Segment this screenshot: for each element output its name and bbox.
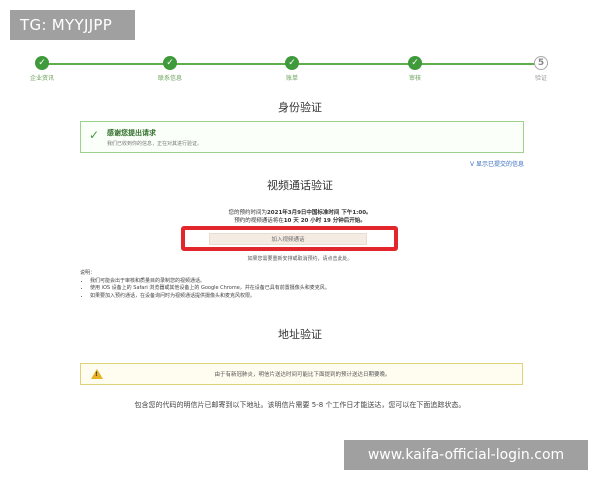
instructions-heading: 说明： (80, 270, 96, 276)
identity-title: 身份验证 (278, 101, 322, 114)
list-item: 如果要加入预约通话，在设备询问时为视频通话提供摄像头和麦克风权限。 (90, 293, 530, 301)
join-video-call-button[interactable]: 加入视频通话 (209, 233, 367, 245)
appointment-countdown: 预约的视频通话将在10 天 20 小时 19 分钟后开始。 (0, 216, 600, 224)
warning-text: 由于有新冠肺炎，明信片送达时间可能比下面提到的预计送达日期要晚。 (214, 372, 391, 378)
list-item: 我们可能会出于审核和质量目的录制您的视频通话。 (90, 278, 530, 286)
step-label: 企业资讯 (29, 75, 54, 82)
countdown-label: 预约的视频通话将在 (234, 218, 284, 224)
check-icon: ✓ (89, 128, 100, 142)
step-review: ✓ 审核 (385, 56, 445, 82)
confirmation-title: 感谢您提出请求 (107, 129, 156, 137)
tg-tag: TG: MYYJJPP (10, 10, 135, 40)
step-number-icon: 5 (534, 56, 548, 70)
request-confirmation: ✓ 感谢您提出请求 我们已收到你的信息，正在对其进行验证。 (80, 121, 524, 153)
step-label: 审核 (408, 75, 421, 82)
check-icon: ✓ (408, 56, 422, 70)
video-title: 视频通话验证 (267, 179, 333, 192)
progress-stepper: ✓ 企业资讯 ✓ 联系信息 ✓ 账单 ✓ 审核 5 验证 (22, 56, 562, 90)
confirmation-subtitle: 我们已收到你的信息，正在对其进行验证。 (107, 141, 203, 147)
step-company-info: ✓ 企业资讯 (12, 56, 72, 82)
check-icon: ✓ (285, 56, 299, 70)
check-icon: ✓ (35, 56, 49, 70)
step-label: 账单 (285, 75, 298, 82)
postcard-info: 包含您的代码的明信片已邮寄到以下地址。该明信片需要 5-8 个工作日才能送达，您… (134, 401, 466, 409)
step-label: 联系信息 (157, 75, 182, 82)
check-icon: ✓ (163, 56, 177, 70)
show-submitted-info-link[interactable]: V 显示已提交的信息 (470, 159, 524, 168)
instructions-list: 我们可能会出于审核和质量目的录制您的视频通话。 使用 iOS 设备上的 Safa… (80, 278, 530, 301)
step-contact-info: ✓ 联系信息 (140, 56, 200, 82)
step-label: 验证 (534, 75, 547, 82)
website-watermark: www.kaifa-official-login.com (344, 440, 588, 470)
appointment-time: 您的预约时间为2021年3月9日中国标准时间 下午1:00。 (0, 208, 600, 216)
countdown-value: 10 天 20 小时 19 分钟后开始。 (283, 218, 366, 224)
address-title: 地址验证 (278, 328, 322, 341)
covid-warning: ! 由于有新冠肺炎，明信片送达时间可能比下面提到的预计送达日期要晚。 (80, 363, 523, 385)
step-verification: 5 验证 (511, 56, 571, 82)
instructions: 说明： 我们可能会出于审核和质量目的录制您的视频通话。 使用 iOS 设备上的 … (80, 270, 530, 300)
list-item: 使用 iOS 设备上的 Safari 浏览器或其他设备上的 Google Chr… (90, 285, 530, 293)
reschedule-link[interactable]: 如果您需要重新安排或取消预约，请点击此处。 (0, 255, 600, 262)
step-billing: ✓ 账单 (262, 56, 322, 82)
